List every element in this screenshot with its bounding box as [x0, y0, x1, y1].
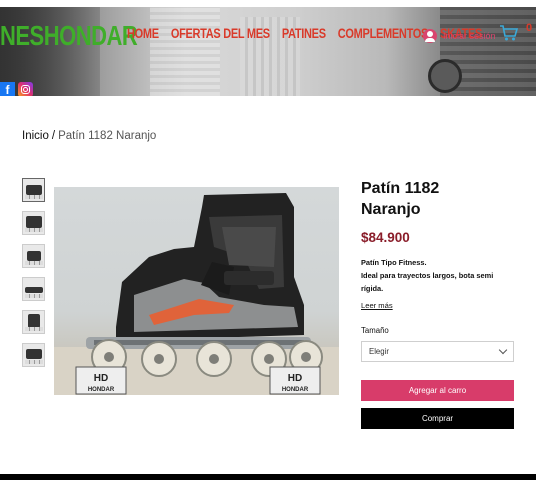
svg-text:HONDAR: HONDAR: [282, 387, 309, 393]
thumbnail-list: [22, 178, 45, 367]
inline-skate-image: HD HONDAR HD HONDAR: [54, 193, 339, 395]
login-label: Iniciar sesión: [443, 31, 496, 41]
product-main-image[interactable]: HD HONDAR HD HONDAR: [54, 187, 339, 395]
facebook-icon[interactable]: f: [0, 82, 15, 96]
breadcrumb-current: Patín 1182 Naranjo: [58, 130, 157, 142]
top-strip: [0, 0, 536, 7]
thumbnail-2[interactable]: [22, 211, 45, 235]
header-skate-wheel-decor: [428, 59, 462, 93]
size-select[interactable]: Elegir: [361, 341, 514, 362]
bottom-bar: [0, 474, 536, 480]
read-more-link[interactable]: Leer más: [361, 301, 393, 310]
buy-now-button[interactable]: Comprar: [361, 408, 514, 429]
instagram-icon[interactable]: [18, 82, 33, 96]
size-select-value: Elegir: [369, 347, 389, 356]
user-icon: [423, 29, 437, 43]
nav-home[interactable]: HOME: [127, 27, 159, 42]
breadcrumb: Inicio / Patín 1182 Naranjo: [22, 130, 156, 142]
thumbnail-1[interactable]: [22, 178, 45, 202]
thumbnail-5[interactable]: [22, 310, 45, 334]
breadcrumb-home[interactable]: Inicio: [22, 130, 49, 142]
size-label: Tamaño: [361, 326, 389, 335]
product-description: Patín Tipo Fitness. Ideal para trayectos…: [361, 258, 494, 293]
nav-ofertas[interactable]: OFERTAS DEL MES: [171, 27, 270, 42]
thumbnail-4[interactable]: [22, 277, 45, 301]
site-header: NESHONDAR HOME OFERTAS DEL MES PATINES C…: [0, 7, 536, 96]
svg-text:HD: HD: [288, 373, 302, 384]
site-logo[interactable]: NESHONDAR: [0, 20, 138, 53]
product-title: Patín 1182 Naranjo: [361, 180, 440, 218]
product-info: Patín 1182 Naranjo $84.900 Patín Tipo Fi…: [361, 178, 516, 429]
social-links: f: [0, 82, 33, 96]
chevron-down-icon: [498, 345, 508, 355]
cart-icon[interactable]: [499, 24, 519, 42]
breadcrumb-separator: /: [51, 130, 56, 142]
cart-count: 0: [526, 22, 533, 34]
thumbnail-6[interactable]: [22, 343, 45, 367]
nav-complementos[interactable]: COMPLEMENTOS: [338, 27, 429, 42]
add-to-cart-button[interactable]: Agregar al carro: [361, 380, 514, 401]
login-button[interactable]: Iniciar sesión: [423, 29, 496, 43]
svg-text:HD: HD: [94, 373, 108, 384]
nav-patines[interactable]: PATINES: [282, 27, 326, 42]
thumbnail-3[interactable]: [22, 244, 45, 268]
svg-text:HONDAR: HONDAR: [88, 387, 115, 393]
product-price: $84.900: [361, 230, 410, 245]
